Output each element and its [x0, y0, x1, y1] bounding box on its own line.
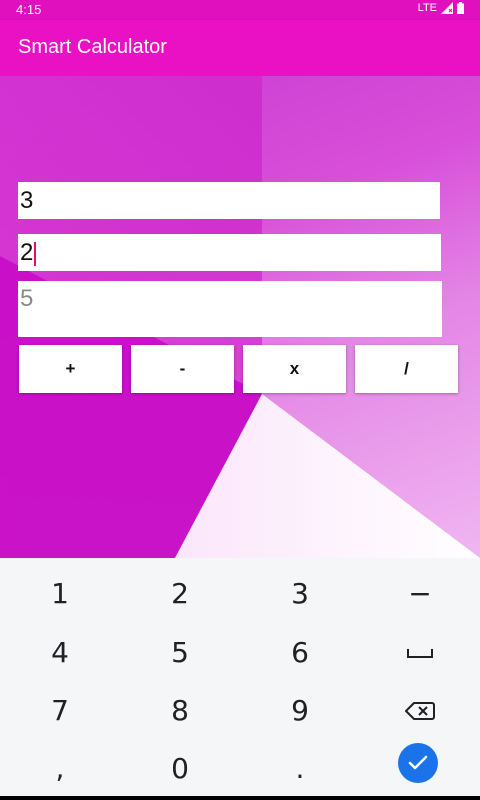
key-9[interactable]: 9	[240, 682, 360, 740]
key-2[interactable]: 2	[120, 565, 240, 623]
key-done[interactable]	[358, 734, 478, 792]
done-button[interactable]	[398, 743, 438, 783]
navigation-bar	[0, 796, 480, 800]
battery-icon	[457, 2, 464, 14]
key-space[interactable]	[360, 624, 480, 682]
key-7[interactable]: 7	[0, 682, 120, 740]
checkmark-icon	[408, 755, 428, 770]
key-8[interactable]: 8	[120, 682, 240, 740]
numeric-keyboard: 1 2 3 − 4 5 6 7 8 9 , 0 .	[0, 558, 480, 800]
signal-icon	[441, 2, 453, 14]
key-minus[interactable]: −	[360, 565, 480, 623]
app-title: Smart Calculator	[18, 36, 167, 58]
status-icons: LTE	[418, 2, 464, 14]
status-time: 4:15	[16, 2, 42, 17]
key-0[interactable]: 0	[120, 740, 240, 798]
key-backspace[interactable]	[360, 682, 480, 740]
second-number-value: 2	[20, 239, 34, 266]
divide-button[interactable]: /	[355, 345, 458, 393]
main-content: 3 2 5 + - x /	[0, 76, 480, 558]
text-caret	[34, 241, 37, 266]
multiply-button[interactable]: x	[243, 345, 346, 393]
second-number-input[interactable]: 2	[18, 234, 441, 271]
subtract-button[interactable]: -	[131, 345, 234, 393]
key-5[interactable]: 5	[120, 624, 240, 682]
key-1[interactable]: 1	[0, 565, 120, 623]
key-period[interactable]: .	[240, 740, 360, 798]
first-number-input[interactable]: 3	[18, 182, 440, 219]
add-button[interactable]: +	[19, 345, 122, 393]
key-6[interactable]: 6	[240, 624, 360, 682]
result-field: 5	[18, 281, 442, 337]
key-comma[interactable]: ,	[0, 740, 120, 798]
backspace-icon	[405, 702, 435, 720]
status-bar: 4:15 LTE	[0, 0, 480, 20]
app-bar: Smart Calculator	[0, 20, 480, 76]
network-type: LTE	[417, 2, 437, 14]
key-3[interactable]: 3	[240, 565, 360, 623]
space-icon	[407, 649, 433, 658]
key-4[interactable]: 4	[0, 624, 120, 682]
